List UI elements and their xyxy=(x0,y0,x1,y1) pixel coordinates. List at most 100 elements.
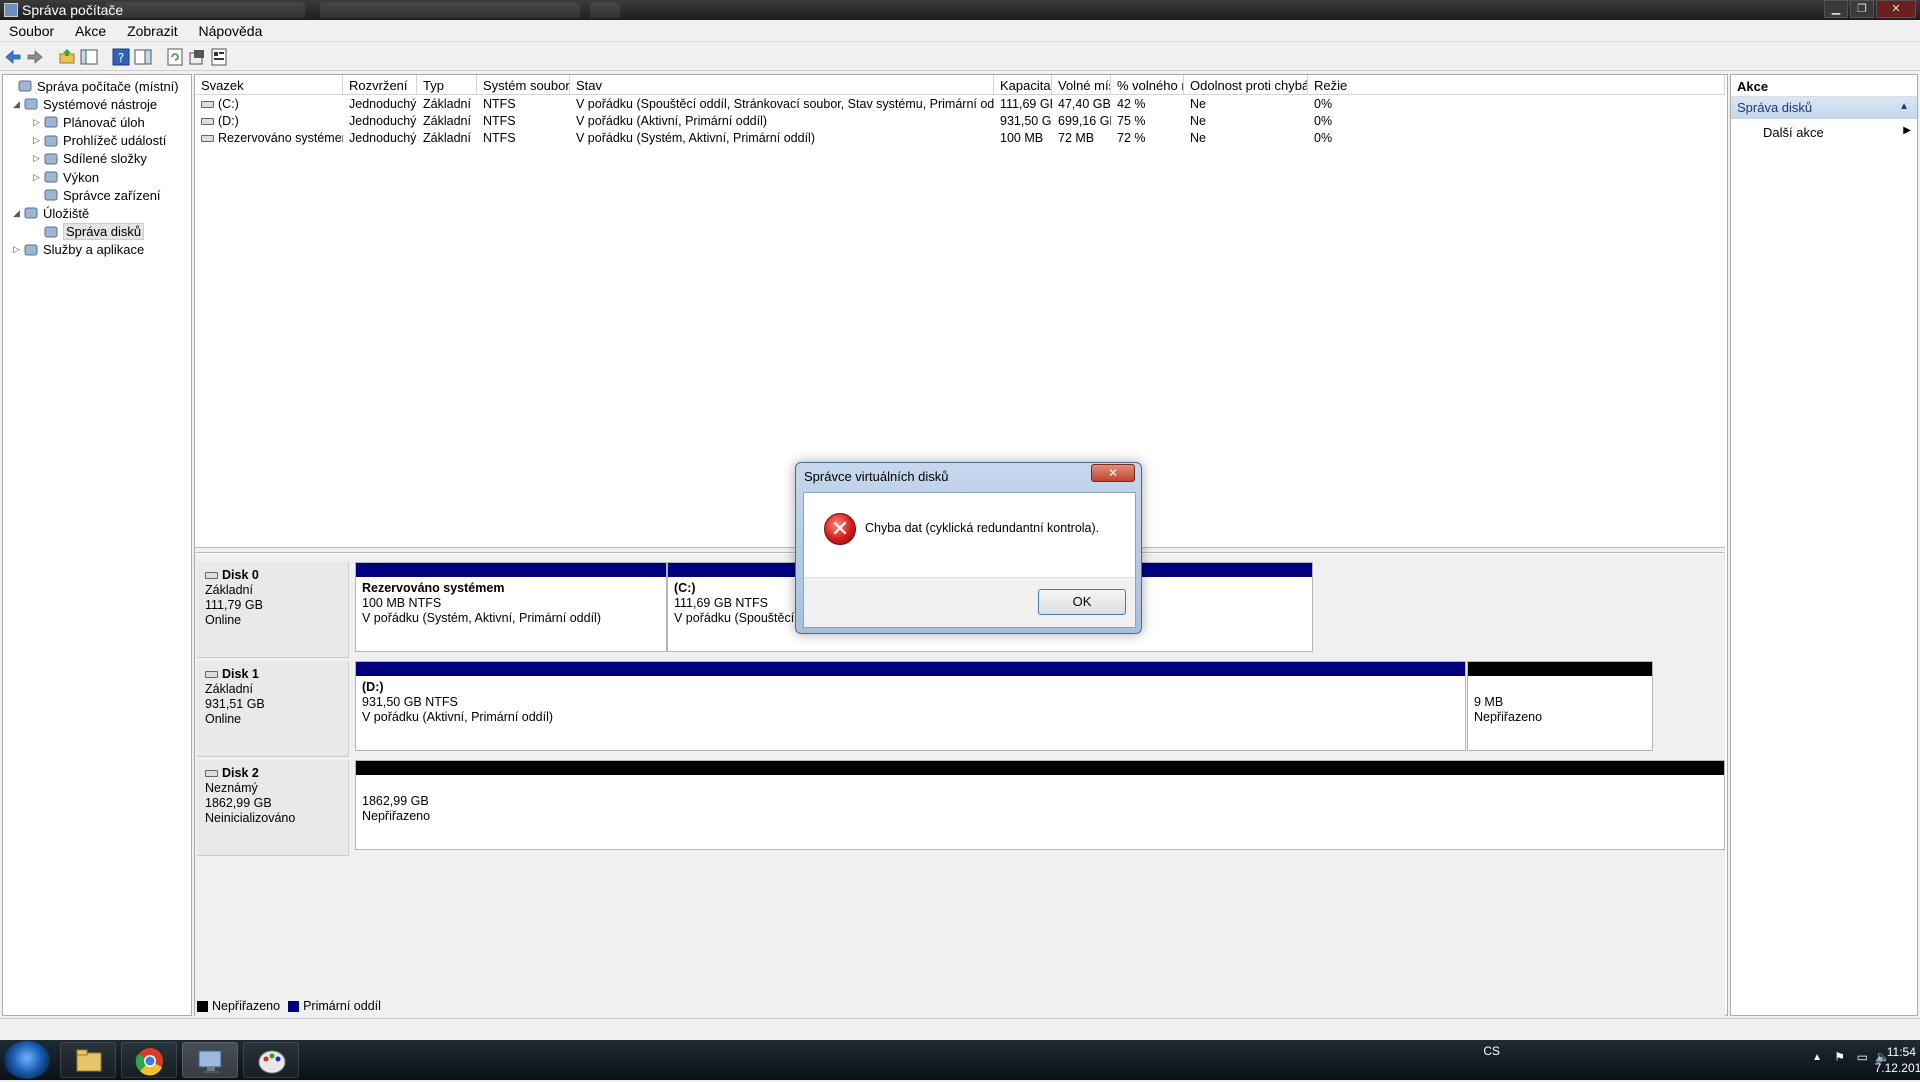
tree-expander-icon[interactable]: ▷ xyxy=(33,172,43,183)
menu-action[interactable]: Akce xyxy=(66,20,114,39)
partition-text: 1862,99 GB Nepřiřazeno xyxy=(356,775,1724,824)
export-icon[interactable] xyxy=(188,48,206,66)
column-header[interactable]: Stav xyxy=(570,75,994,95)
column-header[interactable]: Typ xyxy=(417,75,477,95)
show-hide-action-icon[interactable] xyxy=(134,48,152,66)
table-cell-text: 47,40 GB xyxy=(1058,97,1111,111)
show-hidden-icons-icon[interactable]: ▲ xyxy=(1812,1052,1822,1063)
column-header[interactable]: Volné místo xyxy=(1052,75,1111,95)
tree-expander-icon[interactable]: ▷ xyxy=(33,153,43,164)
tree-item[interactable]: ▷ Prohlížeč událostí xyxy=(33,132,166,150)
tree-item[interactable]: ◢ Systémové nástroje xyxy=(13,95,157,113)
chrome-taskbar-button[interactable] xyxy=(121,1042,177,1078)
clock[interactable]: 11:54 7.12.2013 xyxy=(1875,1044,1920,1076)
maximize-button[interactable]: ❐ xyxy=(1850,0,1874,18)
column-header[interactable]: Odolnost proti chybám xyxy=(1184,75,1308,95)
up-folder-icon[interactable] xyxy=(58,48,76,66)
close-window-button[interactable]: ✕ xyxy=(1876,0,1916,18)
ok-button[interactable]: OK xyxy=(1038,589,1126,615)
volume-table-header: Svazek Rozvržení Typ Systém souborů Stav Kapa… xyxy=(195,75,1725,95)
menu-view[interactable]: Zobrazit xyxy=(118,20,186,39)
disk-type: Základní xyxy=(205,682,253,696)
partition-line2: 100 MB NTFS xyxy=(362,596,442,610)
tree-item[interactable]: ▷ Plánovač úloh xyxy=(33,113,145,131)
table-cell: 47,40 GB xyxy=(1052,97,1111,111)
partition-block[interactable]: (D:) 931,50 GB NTFS V pořádku (Aktivní, Pr… xyxy=(355,661,1466,751)
table-cell: 42 % xyxy=(1111,97,1184,111)
minimize-button[interactable]: ▁ xyxy=(1824,0,1848,18)
table-row[interactable]: Rezervováno systémem Jednoduchý Základní NT… xyxy=(195,131,1725,148)
tree-item[interactable]: Správa disků xyxy=(33,223,145,241)
disk-label[interactable]: Disk 2 Neznámý 1862,99 GB Neinicializováno xyxy=(197,760,349,856)
partition-block[interactable]: 1862,99 GB Nepřiřazeno xyxy=(355,760,1725,850)
partition-block[interactable]: Rezervováno systémem 100 MB NTFS V pořádku… xyxy=(355,562,667,652)
disk-label[interactable]: Disk 1 Základní 931,51 GB Online xyxy=(197,661,349,757)
menu-file[interactable]: Soubor xyxy=(0,20,62,39)
table-cell-text: 72 MB xyxy=(1058,131,1095,145)
disk-icon xyxy=(205,671,218,679)
partition-text: (D:) 931,50 GB NTFS V pořádku (Aktivní, Pr… xyxy=(356,676,1465,725)
table-cell: 75 % xyxy=(1111,114,1184,128)
column-header[interactable]: Svazek xyxy=(195,75,343,95)
show-hide-tree-icon[interactable] xyxy=(80,48,98,66)
tree-expander-icon[interactable]: ◢ xyxy=(13,99,23,110)
back-arrow-icon[interactable] xyxy=(4,48,22,66)
paint-taskbar-button[interactable] xyxy=(243,1042,299,1078)
forward-arrow-icon[interactable] xyxy=(26,48,44,66)
menu-help[interactable]: Nápověda xyxy=(190,20,271,39)
table-cell-text: Jednoduchý xyxy=(349,114,417,128)
table-row[interactable]: (C:) Jednoduchý Základní NTFS V pořádku (Spo… xyxy=(195,97,1725,114)
action-more-actions[interactable]: Další akce ▶ xyxy=(1731,119,1917,141)
tree-expander-icon[interactable]: ▷ xyxy=(33,117,43,128)
partition-block[interactable]: 9 MB Nepřiřazeno xyxy=(1467,661,1653,751)
tree-item[interactable]: ◢ Úložiště xyxy=(13,204,89,222)
tree-expander-icon[interactable]: ▷ xyxy=(13,244,23,255)
table-cell: 72 % xyxy=(1111,131,1184,145)
disk-management-icon xyxy=(43,224,59,240)
column-header[interactable]: % volného místa xyxy=(1111,75,1184,95)
tree-item[interactable]: ▷ Služby a aplikace xyxy=(13,241,144,259)
properties-icon[interactable] xyxy=(210,48,228,66)
table-cell-text: V pořádku (Spouštěcí oddíl, Stránkovací … xyxy=(576,97,994,111)
tree-item[interactable]: Správce zařízení xyxy=(33,186,161,204)
disk-label[interactable]: Disk 0 Základní 111,79 GB Online xyxy=(197,562,349,658)
table-cell-text: Základní xyxy=(423,114,471,128)
action-more-actions-label: Další akce xyxy=(1763,125,1824,140)
column-header[interactable]: Systém souborů xyxy=(477,75,570,95)
table-cell-text: 100 MB xyxy=(1000,131,1044,145)
refresh-icon[interactable] xyxy=(166,48,184,66)
column-header[interactable]: Rozvržení xyxy=(343,75,417,95)
tree-item[interactable]: Správa počítače (místní) xyxy=(7,77,179,95)
tree-item[interactable]: ▷ Výkon xyxy=(33,168,99,186)
tree-item[interactable]: ▷ Sdílené složky xyxy=(33,150,147,168)
tree-expander-icon[interactable]: ◢ xyxy=(13,208,23,219)
table-cell-text: Jednoduchý xyxy=(349,97,417,111)
action-center-flag-icon[interactable]: ⚑ xyxy=(1834,1050,1845,1064)
table-cell: Základní xyxy=(417,131,477,145)
explorer-taskbar-button[interactable] xyxy=(60,1042,116,1078)
table-cell-text: NTFS xyxy=(483,97,516,111)
partition-line2: 931,50 GB NTFS xyxy=(362,695,458,709)
language-indicator[interactable]: CS xyxy=(1483,1044,1500,1058)
actions-section-label: Správa disků xyxy=(1737,100,1813,115)
help-icon[interactable]: ? xyxy=(112,48,130,66)
table-cell-text: NTFS xyxy=(483,131,516,145)
table-row[interactable]: (D:) Jednoduchý Základní NTFS V pořádku (Akt… xyxy=(195,114,1725,131)
tree-item-label: Prohlížeč událostí xyxy=(63,133,167,149)
table-cell: Ne xyxy=(1184,131,1308,145)
taskbar: CS ▲ ⚑ ▭ 🔈 11:54 7.12.2013 xyxy=(0,1040,1920,1080)
start-button[interactable] xyxy=(4,1041,50,1079)
partition-line3: Nepřiřazeno xyxy=(1474,710,1543,724)
collapse-arrow-icon: ▲ xyxy=(1899,101,1909,112)
network-icon[interactable]: ▭ xyxy=(1857,1050,1868,1064)
tree-expander-icon[interactable]: ▷ xyxy=(33,135,43,146)
actions-section-disk-management[interactable]: Správa disků ▲ xyxy=(1731,97,1917,119)
column-header[interactable]: Kapacita xyxy=(994,75,1052,95)
table-cell-text: V pořádku (Aktivní, Primární oddíl) xyxy=(576,114,768,128)
tree-item-label: Systémové nástroje xyxy=(43,96,158,112)
computer-management-taskbar-button[interactable] xyxy=(182,1042,238,1078)
column-header[interactable]: Režie xyxy=(1308,75,1725,95)
submenu-arrow-icon: ▶ xyxy=(1903,125,1911,136)
table-cell-text: Základní xyxy=(423,97,471,111)
dialog-close-button[interactable]: ✕ xyxy=(1091,464,1135,482)
